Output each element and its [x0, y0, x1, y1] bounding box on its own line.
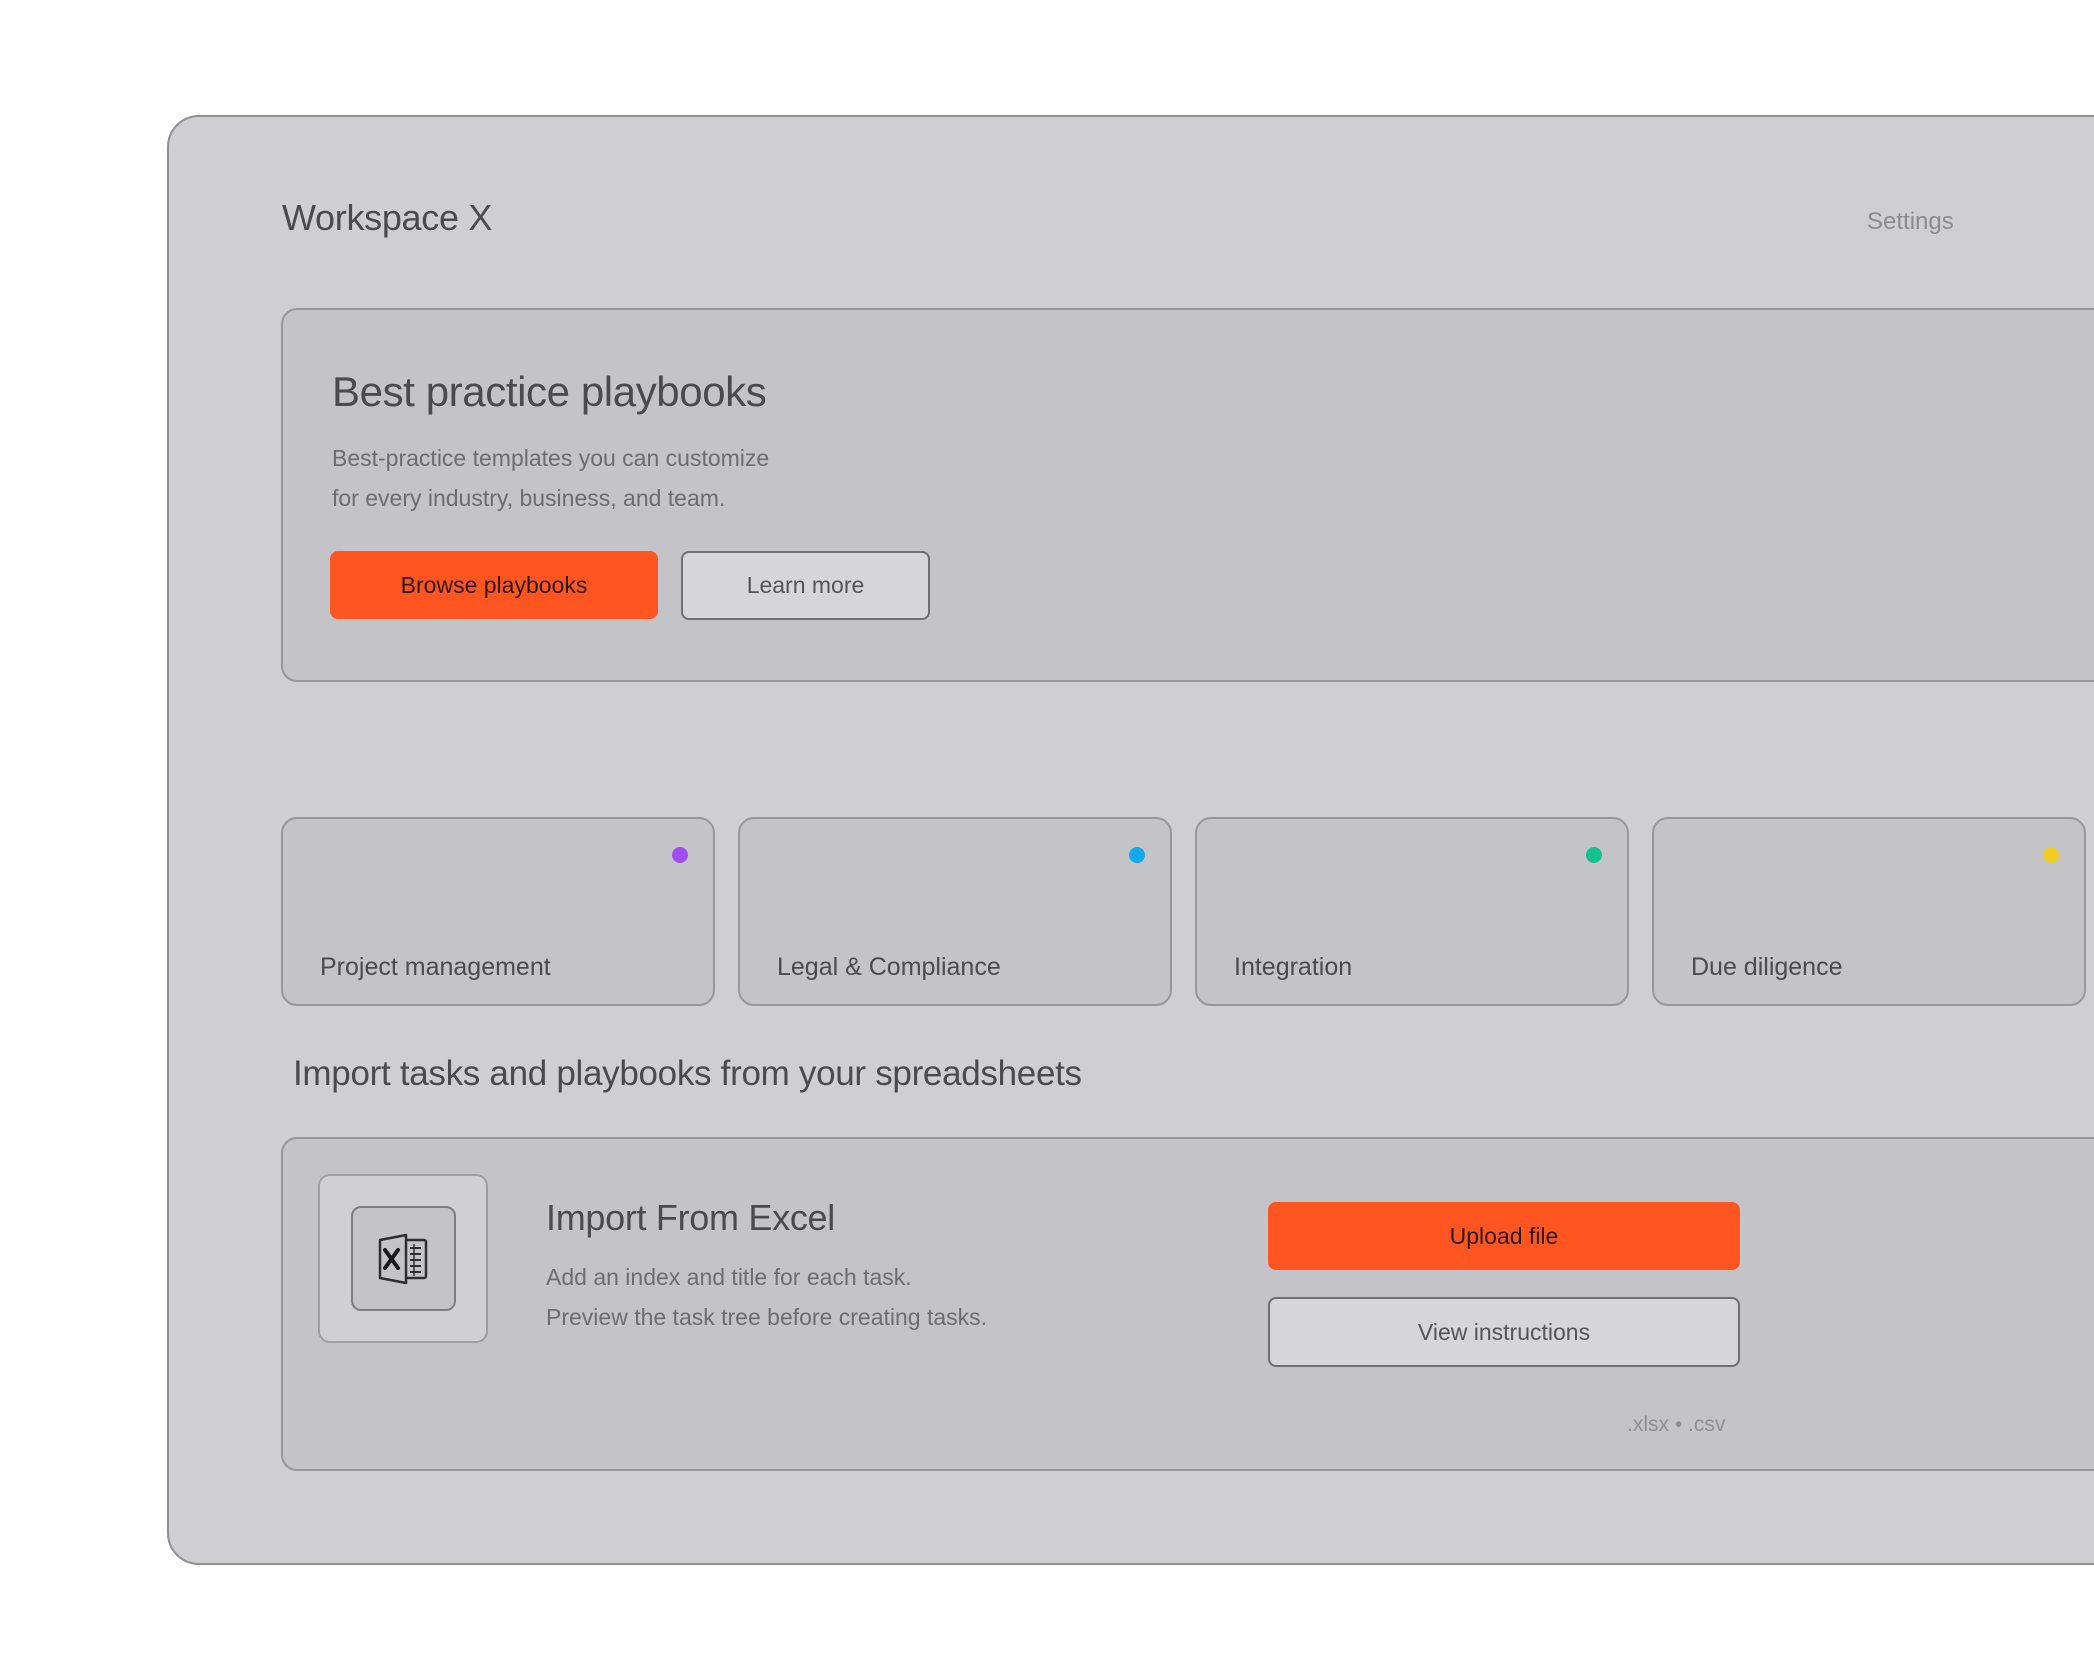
import-description-line: Preview the task tree before creating ta…: [546, 1304, 988, 1330]
excel-icon-tile: [318, 1174, 488, 1343]
category-label: Project management: [320, 953, 551, 981]
category-dot: [2043, 847, 2059, 863]
category-card-due-diligence[interactable]: Due diligence: [1652, 817, 2086, 1006]
category-card-project-management[interactable]: Project management: [281, 817, 715, 1006]
hero-title: Best practice playbooks: [332, 368, 767, 415]
category-card-integration[interactable]: Integration: [1195, 817, 1629, 1006]
import-section-heading: Import tasks and playbooks from your spr…: [293, 1054, 1082, 1093]
supported-formats: .xlsx • .csv: [1627, 1413, 1726, 1436]
category-dot: [1129, 847, 1145, 863]
settings-link[interactable]: Settings: [1867, 208, 1954, 236]
category-label: Integration: [1234, 953, 1353, 981]
excel-icon: [350, 1206, 456, 1311]
import-description: Add an index and title for each task. Pr…: [546, 1257, 1066, 1337]
hero-description: Best-practice templates you can customiz…: [332, 438, 932, 518]
hero-description-line: for every industry, business, and team.: [332, 485, 726, 511]
upload-file-button[interactable]: Upload file: [1268, 1202, 1740, 1270]
category-card-legal-compliance[interactable]: Legal & Compliance: [738, 817, 1172, 1006]
category-dot: [1586, 847, 1602, 863]
app-window: Workspace X Settings Best practice playb…: [167, 115, 2094, 1565]
app-title: Workspace X: [282, 197, 493, 238]
import-title: Import From Excel: [546, 1197, 835, 1238]
browse-playbooks-button[interactable]: Browse playbooks: [330, 551, 658, 619]
category-label: Legal & Compliance: [777, 953, 1001, 981]
import-description-line: Add an index and title for each task.: [546, 1264, 912, 1290]
category-label: Due diligence: [1691, 953, 1843, 981]
import-excel-card: Import From Excel Add an index and title…: [281, 1137, 2094, 1471]
category-dot: [672, 847, 688, 863]
playbooks-hero-card: Best practice playbooks Best-practice te…: [281, 308, 2094, 682]
learn-more-button[interactable]: Learn more: [681, 551, 930, 620]
view-instructions-button[interactable]: View instructions: [1268, 1297, 1740, 1367]
hero-description-line: Best-practice templates you can customiz…: [332, 445, 770, 471]
